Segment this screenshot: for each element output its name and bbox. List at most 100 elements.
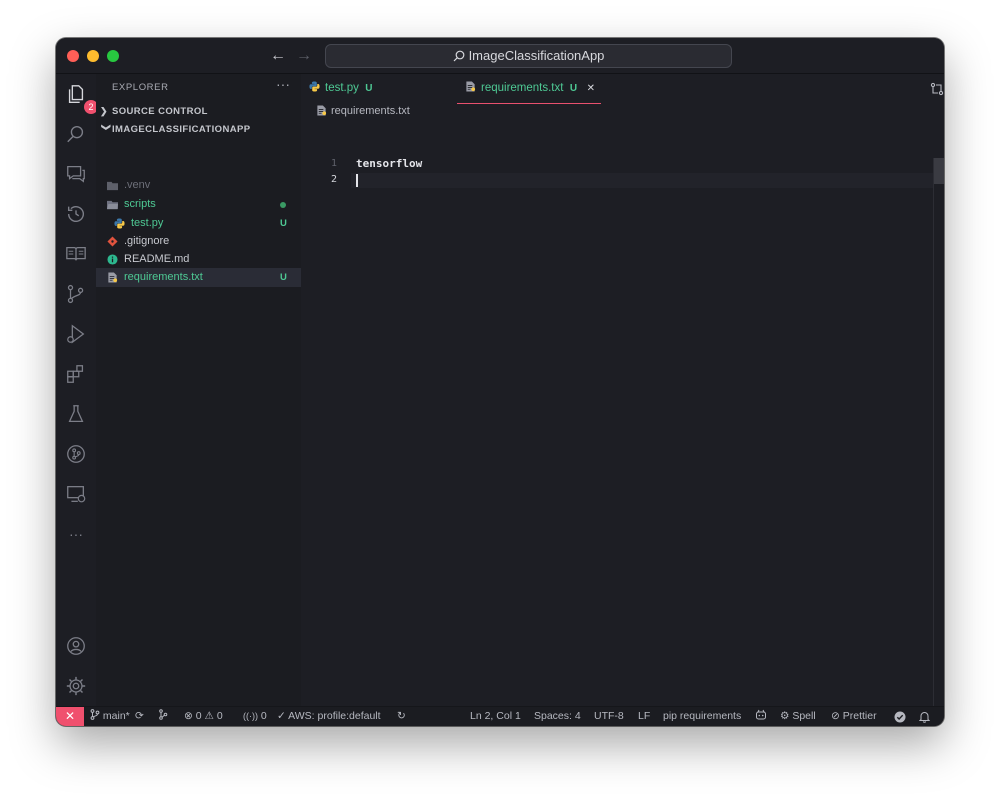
spell-check[interactable]: ⚙ Spell: [780, 707, 816, 726]
project-section[interactable]: ❯IMAGECLASSIFICATIONAPP: [100, 123, 251, 136]
editor-area: test.py U requirements.txt U ✕ ··· requi…: [301, 74, 944, 706]
tree-item-readme[interactable]: README.md: [96, 250, 301, 269]
tree-item-scripts[interactable]: scripts: [96, 195, 301, 214]
prettier-status[interactable]: ⊘ Prettier: [831, 707, 877, 726]
search-icon[interactable]: [64, 122, 88, 146]
refresh-icon[interactable]: ↻: [397, 707, 406, 726]
ports-count: 0: [260, 710, 267, 722]
indentation[interactable]: Spaces: 4: [534, 707, 581, 726]
tree-item-label: .gitignore: [124, 235, 170, 247]
copilot-icon[interactable]: [755, 707, 767, 726]
prettier-slash-icon: ⊘: [831, 710, 840, 722]
text-cursor: [356, 174, 358, 187]
line-number: 1: [330, 158, 337, 169]
text-file-icon: [108, 272, 118, 283]
chevron-right-icon: ❯: [100, 106, 108, 116]
check-icon: ✓: [277, 710, 286, 722]
editor-tabs: test.py U requirements.txt U ✕ ···: [301, 74, 944, 104]
minimize-window-button[interactable]: [87, 50, 99, 62]
ports-indicator[interactable]: ((·)) 0: [243, 707, 267, 726]
close-tab-icon[interactable]: ✕: [587, 83, 595, 94]
language-mode[interactable]: pip requirements: [663, 707, 741, 726]
git-lens-icon[interactable]: [64, 442, 88, 466]
tab-label: requirements.txt: [481, 82, 564, 94]
compare-changes-icon[interactable]: [930, 82, 944, 99]
end-of-line[interactable]: LF: [638, 707, 650, 726]
git-graph-icon[interactable]: [158, 707, 168, 726]
modified-dot-icon: [280, 202, 286, 208]
source-control-section[interactable]: ❯ SOURCE CONTROL: [100, 106, 208, 117]
problems-indicator[interactable]: ⊗ 0 ⚠ 0: [184, 707, 223, 726]
tree-item-label: test.py: [131, 217, 164, 229]
aws-profile-label: AWS: profile:default: [288, 710, 381, 722]
cursor-position[interactable]: Ln 2, Col 1: [470, 707, 521, 726]
search-icon: [453, 50, 464, 62]
tree-item-requirements[interactable]: requirements.txt U: [96, 268, 301, 287]
warning-icon: ⚠: [204, 710, 214, 722]
run-debug-icon[interactable]: [64, 322, 88, 346]
remote-indicator[interactable]: ✕: [56, 707, 84, 726]
branch-name: main*: [102, 710, 130, 722]
maximize-window-button[interactable]: [107, 50, 119, 62]
tree-item-label: README.md: [124, 253, 190, 265]
current-line-highlight: [351, 173, 933, 188]
account-icon[interactable]: [64, 634, 88, 658]
spell-label: Spell: [792, 710, 816, 722]
folder-open-icon: [107, 200, 118, 210]
project-section-label: IMAGECLASSIFICATIONAPP: [112, 124, 251, 135]
scrollbar-thumb[interactable]: [934, 158, 944, 184]
explorer-title: EXPLORER: [112, 82, 169, 93]
folder-icon: [107, 181, 118, 191]
error-icon: ⊗: [184, 710, 193, 722]
code-line[interactable]: tensorflow: [356, 157, 422, 170]
breadcrumb-file: requirements.txt: [331, 105, 410, 117]
python-file-icon: [114, 218, 125, 229]
extensions-icon[interactable]: [64, 362, 88, 386]
line-number: 2: [330, 174, 337, 185]
tree-item-gitignore[interactable]: .gitignore: [96, 232, 301, 251]
broadcast-icon: ((·)): [243, 711, 258, 721]
vertical-scrollbar[interactable]: [933, 158, 944, 706]
aws-profile[interactable]: ✓ AWS: profile:default: [277, 707, 381, 726]
info-icon: [107, 254, 118, 265]
check-circle-icon[interactable]: [894, 711, 906, 726]
spell-gear-icon: ⚙: [780, 710, 790, 722]
testing-flask-icon[interactable]: [64, 402, 88, 426]
encoding[interactable]: UTF-8: [594, 707, 624, 726]
breadcrumb[interactable]: requirements.txt: [316, 105, 410, 117]
timeline-icon[interactable]: [64, 202, 88, 226]
back-arrow-icon[interactable]: ←: [270, 46, 286, 66]
source-control-section-label: SOURCE CONTROL: [112, 106, 208, 117]
chevron-down-icon: ❯: [101, 123, 112, 132]
branch-icon: [90, 709, 100, 720]
vscode-window: ← → ImageClassificationApp 2 ··· EXPLORE…: [56, 38, 944, 726]
notifications-bell-icon[interactable]: [918, 711, 931, 726]
activity-bar: 2 ···: [56, 74, 98, 706]
explorer-icon[interactable]: 2: [64, 82, 98, 114]
prettier-label: Prettier: [842, 710, 877, 722]
tree-item-test-py[interactable]: test.py U: [96, 214, 301, 233]
chat-icon[interactable]: [64, 162, 88, 186]
tree-item-label: scripts: [124, 198, 156, 210]
book-icon[interactable]: [64, 242, 88, 266]
explorer-more-actions[interactable]: ···: [276, 76, 290, 92]
source-control-icon[interactable]: [64, 282, 88, 306]
forward-arrow-icon[interactable]: →: [296, 46, 312, 66]
remote-explorer-icon[interactable]: [64, 482, 88, 506]
tab-label: test.py: [325, 82, 359, 94]
tab-test-py[interactable]: test.py U: [309, 74, 401, 104]
settings-gear-icon[interactable]: [64, 674, 88, 698]
tab-requirements[interactable]: requirements.txt U ✕: [457, 74, 601, 104]
title-bar: ← → ImageClassificationApp: [56, 38, 944, 74]
git-file-icon: [107, 236, 118, 247]
sync-icon[interactable]: ⟳: [135, 707, 144, 726]
tree-item-venv[interactable]: .venv: [96, 176, 301, 195]
command-center-label: ImageClassificationApp: [468, 48, 605, 63]
warning-count: 0: [216, 710, 223, 722]
branch-indicator[interactable]: main*: [90, 707, 130, 726]
command-center-search[interactable]: ImageClassificationApp: [325, 44, 732, 68]
close-window-button[interactable]: [67, 50, 79, 62]
error-count: 0: [195, 710, 202, 722]
untracked-status: U: [280, 272, 287, 283]
more-views-icon[interactable]: ···: [64, 522, 88, 546]
